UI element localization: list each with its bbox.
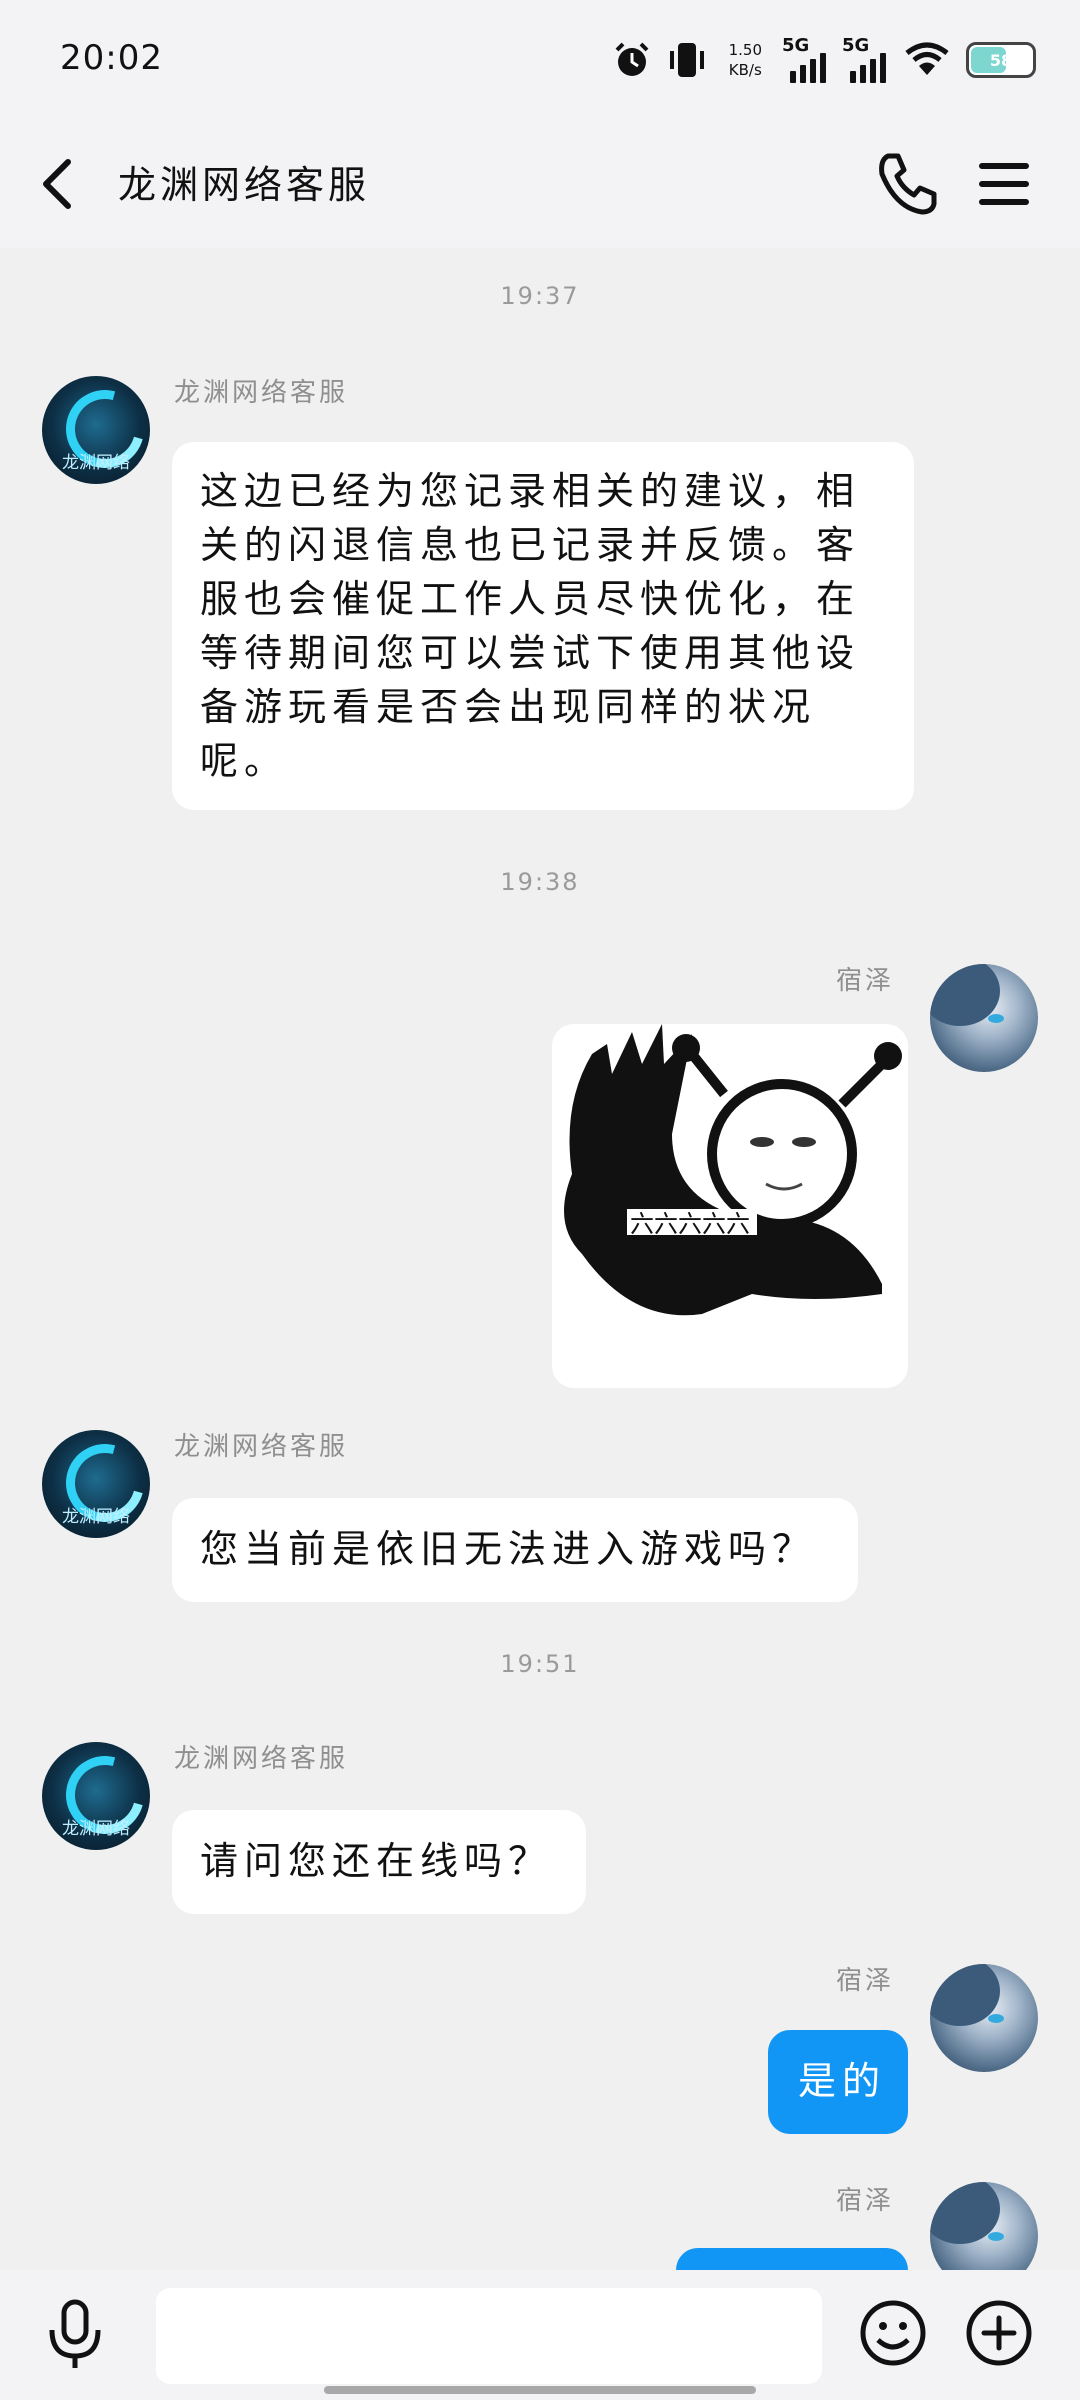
sender-name: 龙渊网络客服 <box>174 1432 349 1462</box>
chat-area[interactable]: 19:37 龙渊网络 龙渊网络客服 这边已经为您记录相关的建议，相关的闪退信息也… <box>0 248 1080 2270</box>
battery-level: 58 <box>989 50 1013 70</box>
message-timestamp: 19:37 <box>500 282 580 310</box>
avatar-text: 龙渊网络 <box>62 1507 130 1527</box>
image-message[interactable]: 六六六六六 <box>552 1024 908 1388</box>
status-icons: 1.50 KB/s 5G 5G 58 <box>613 30 1036 90</box>
avatar[interactable]: 龙渊网络 <box>42 376 150 484</box>
message-bubble[interactable]: 是的 <box>768 2030 908 2134</box>
emoji-icon[interactable] <box>858 2298 928 2368</box>
avatar[interactable] <box>930 2182 1038 2270</box>
avatar-text: 龙渊网络 <box>62 453 130 473</box>
network-speed-unit: KB/s <box>728 61 762 79</box>
avatar[interactable]: 龙渊网络 <box>42 1742 150 1850</box>
status-time: 20:02 <box>60 38 163 78</box>
status-bar: 20:02 1.50 KB/s 5G 5G 58 <box>0 0 1080 120</box>
sender-name: 宿泽 <box>836 1966 895 1996</box>
microphone-icon[interactable] <box>40 2298 110 2374</box>
menu-icon[interactable] <box>976 150 1032 218</box>
alarm-icon <box>615 42 649 76</box>
back-icon[interactable] <box>32 152 92 216</box>
message-timestamp: 19:51 <box>500 1650 580 1678</box>
sim1-label: 5G <box>782 35 810 56</box>
avatar[interactable] <box>930 1964 1038 2072</box>
sender-name: 宿泽 <box>836 966 895 996</box>
message-bubble[interactable]: 这边已经为您记录相关的建议，相关的闪退信息也已记录并反馈。客服也会催促工作人员尽… <box>172 442 914 810</box>
message-input[interactable] <box>156 2288 822 2384</box>
network-speed: 1.50 KB/s <box>729 40 762 80</box>
avatar-text: 龙渊网络 <box>62 1819 130 1839</box>
wifi-icon <box>905 42 949 75</box>
sender-name: 龙渊网络客服 <box>174 1744 349 1774</box>
message-bubble[interactable]: 您当前是依旧无法进入游戏吗？ <box>172 1498 858 1602</box>
network-speed-value: 1.50 <box>728 41 762 59</box>
message-timestamp: 19:38 <box>500 868 580 896</box>
sender-name: 龙渊网络客服 <box>174 378 349 408</box>
signal-icon: 5G <box>782 35 828 83</box>
chat-header: 龙渊网络客服 <box>0 120 1080 248</box>
sender-name: 宿泽 <box>836 2186 895 2216</box>
sticker-image: 六六六六六 <box>564 1024 902 1316</box>
message-bubble[interactable] <box>676 2248 908 2270</box>
vibrate-icon <box>669 43 704 77</box>
avatar[interactable] <box>930 964 1038 1072</box>
home-indicator[interactable] <box>324 2386 756 2394</box>
sim2-label: 5G <box>842 35 870 56</box>
sticker-caption: 六六六六六 <box>630 1210 750 1238</box>
page-title: 龙渊网络客服 <box>118 163 371 207</box>
avatar[interactable]: 龙渊网络 <box>42 1430 150 1538</box>
input-bar <box>0 2270 1080 2400</box>
message-bubble[interactable]: 请问您还在线吗？ <box>172 1810 586 1914</box>
signal-icon: 5G <box>842 35 888 83</box>
phone-icon[interactable] <box>874 150 942 218</box>
battery-icon: 58 <box>966 42 1036 78</box>
plus-icon[interactable] <box>964 2298 1034 2368</box>
